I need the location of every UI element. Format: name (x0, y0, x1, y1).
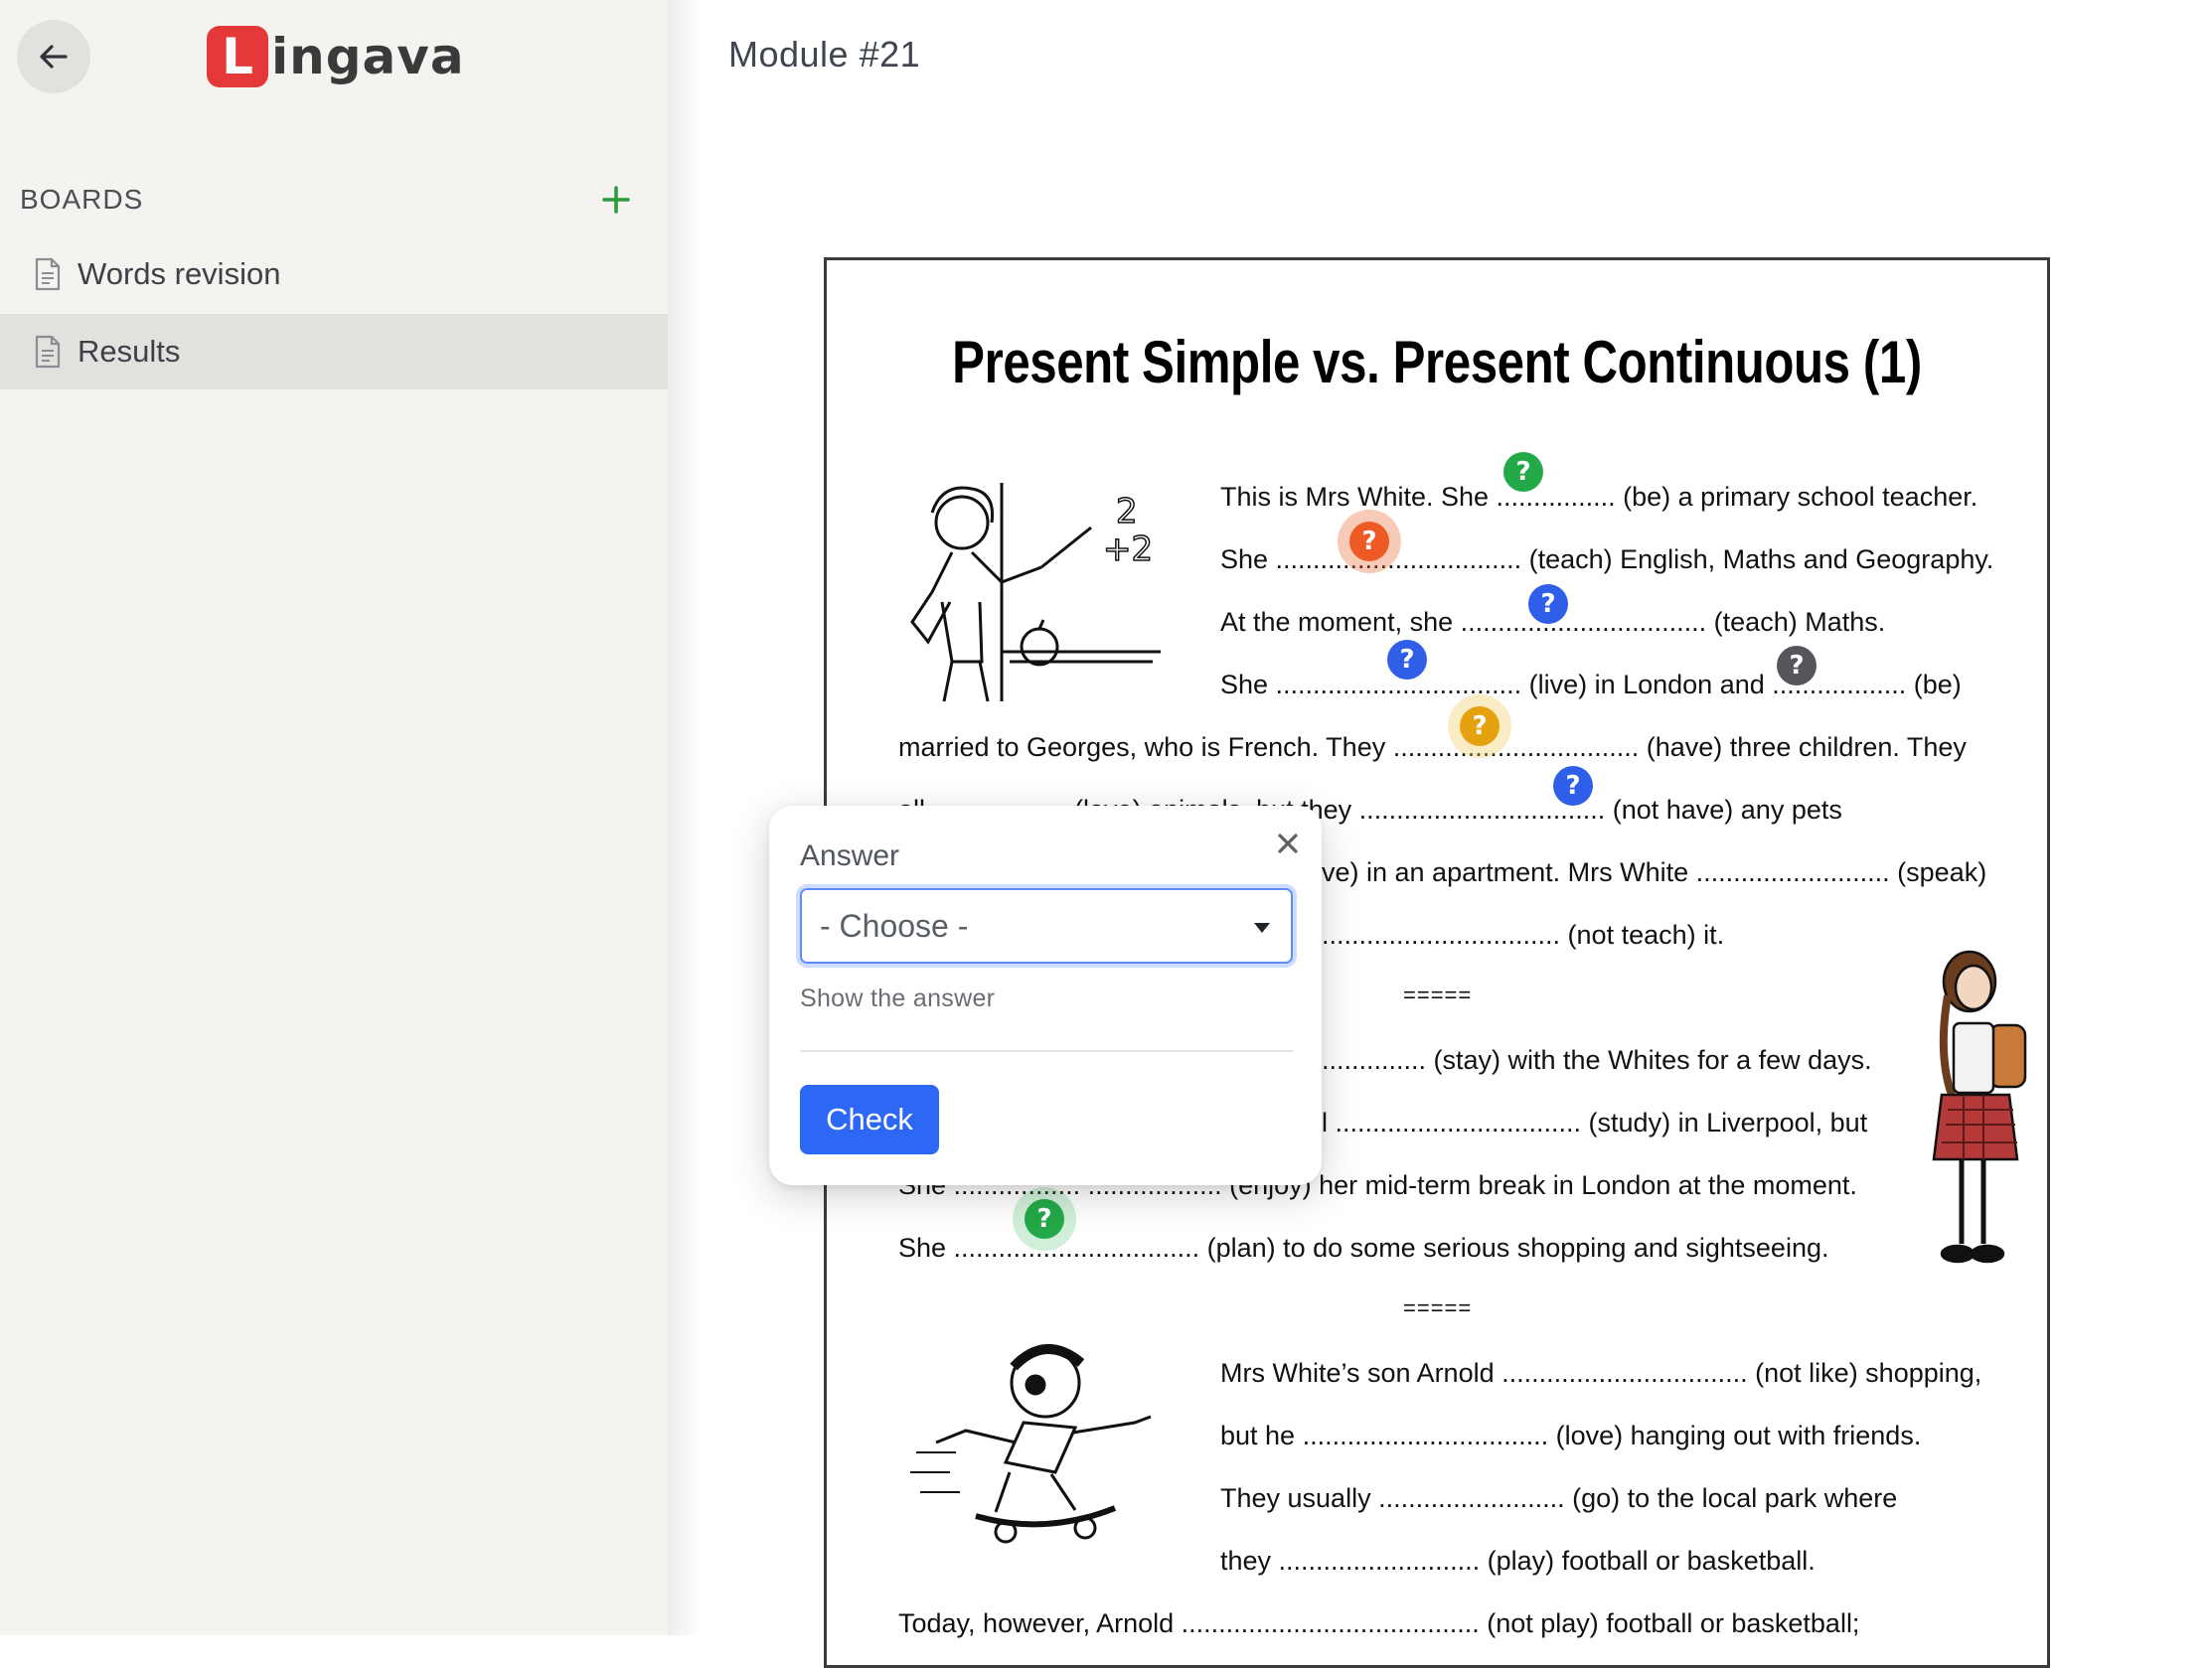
divider (800, 1050, 1293, 1052)
worksheet-line: ................................ (not te… (1322, 920, 1725, 950)
svg-text:+2: +2 (1103, 530, 1153, 569)
skateboarder-illustration (910, 1344, 1152, 1544)
document-icon (34, 257, 62, 291)
worksheet-line: Today, however, Arnold .................… (898, 1608, 1860, 1638)
worksheet-separator: ===== (1403, 983, 1473, 1007)
sidebar-item-label: Words revision (78, 256, 281, 291)
question-marker-green[interactable]: ? (1025, 1199, 1064, 1239)
logo-mark: L (207, 26, 268, 87)
worksheet-line: ve) in an apartment. Mrs White .........… (1322, 857, 1987, 887)
worksheet-line: married to Georges, who is French. They … (898, 732, 1967, 762)
back-button[interactable] (17, 20, 90, 93)
logo-text: ingava (271, 28, 465, 85)
teacher-illustration: 2 +2 (910, 483, 1161, 702)
sidebar: L ingava BOARDS Words revision Results (0, 0, 668, 1635)
question-marker-orange[interactable]: ? (1349, 522, 1389, 561)
student-girl-illustration (1932, 950, 2027, 1264)
worksheet-line: She ................................. (t… (1220, 544, 1994, 574)
question-marker-blue[interactable]: ? (1528, 584, 1568, 624)
question-marker-gray[interactable]: ? (1777, 646, 1817, 685)
close-button[interactable] (1268, 824, 1308, 863)
sidebar-item-label: Results (78, 334, 181, 369)
svg-text:2: 2 (1116, 492, 1138, 531)
question-marker-yellow[interactable]: ? (1460, 706, 1500, 746)
question-marker-green[interactable]: ? (1503, 452, 1543, 492)
answer-select-value: - Choose - (820, 907, 969, 944)
page-title: Module #21 (728, 34, 921, 75)
worksheet-line: She ................................. (l… (1220, 670, 1962, 699)
worksheet-separator: ===== (1403, 1295, 1473, 1320)
show-answer-link[interactable]: Show the answer (800, 985, 995, 1013)
answer-label: Answer (800, 839, 900, 872)
worksheet-line: they ........................... (play) … (1220, 1546, 1816, 1576)
worksheet-line: This is Mrs White. She ................ … (1220, 482, 1978, 512)
sidebar-shadow (668, 0, 702, 1635)
plus-icon (602, 186, 630, 214)
check-button[interactable]: Check (800, 1085, 939, 1154)
worksheet-line: They usually ......................... (… (1220, 1483, 1898, 1513)
close-icon (1278, 834, 1298, 853)
arrow-left-icon (40, 45, 68, 69)
worksheet-line: but he .................................… (1220, 1421, 1922, 1450)
sidebar-item-words-revision[interactable]: Words revision (0, 236, 668, 312)
boards-heading: BOARDS (20, 184, 144, 215)
question-marker-blue[interactable]: ? (1387, 640, 1427, 680)
answer-popover: Answer - Choose - Show the answer Check (769, 806, 1322, 1185)
document-icon (34, 335, 62, 369)
app-logo[interactable]: L ingava (207, 24, 465, 89)
worksheet-title: Present Simple vs. Present Continuous (1… (952, 329, 1922, 395)
worksheet-line: l ................................. (stu… (1322, 1108, 1868, 1137)
question-marker-blue[interactable]: ? (1553, 766, 1593, 806)
add-board-button[interactable] (596, 180, 636, 220)
caret-down-icon (1254, 923, 1270, 933)
worksheet-line: .............. (stay) with the Whites fo… (1322, 1045, 1872, 1075)
worksheet-line: Mrs White’s son Arnold .................… (1220, 1358, 1982, 1388)
answer-select[interactable]: - Choose - (800, 888, 1293, 964)
sidebar-item-results[interactable]: Results (0, 314, 668, 389)
